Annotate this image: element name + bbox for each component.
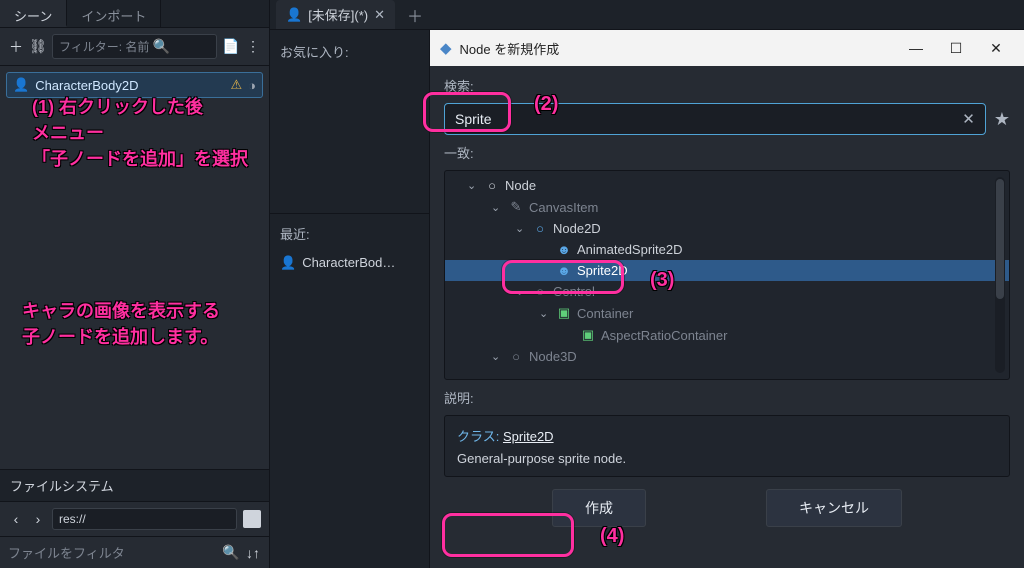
container-icon: ▣	[557, 305, 571, 321]
tree-node2d[interactable]: ⌄○Node2D	[445, 218, 1009, 239]
tree-animatedsprite2d[interactable]: ☻AnimatedSprite2D	[445, 239, 1009, 260]
tree-sprite2d[interactable]: ☻Sprite2D	[445, 260, 1009, 281]
root-node-label: CharacterBody2D	[35, 78, 138, 93]
tab-import[interactable]: インポート	[67, 0, 161, 27]
search-icon: 🔍	[223, 545, 239, 561]
dialog-title-text: Node を新規作成	[460, 39, 560, 58]
fs-path-box[interactable]: res://	[52, 508, 237, 530]
recent-item[interactable]: 👤 CharacterBod…	[270, 249, 429, 277]
fs-view-toggle[interactable]	[243, 510, 261, 528]
warning-icon[interactable]: ⚠	[230, 77, 242, 93]
minimize-button[interactable]: —	[906, 40, 926, 57]
godot-icon: ◆	[440, 39, 452, 57]
chevron-down-icon: ⌄	[491, 201, 503, 214]
clear-icon[interactable]: ✕	[962, 110, 975, 128]
scene-root-node[interactable]: 👤 CharacterBody2D ⚠ ◑	[6, 72, 263, 98]
close-button[interactable]: ✕	[986, 40, 1006, 57]
main-tabbar: 👤 [未保存](*) ✕ ＋	[270, 0, 1024, 30]
control-icon: ○	[533, 284, 547, 299]
search-label: 検索:	[444, 76, 1010, 95]
favorite-star-icon[interactable]: ★	[994, 109, 1010, 130]
chevron-down-icon: ⌄	[467, 179, 479, 192]
chevron-down-icon: ⌄	[515, 285, 527, 298]
nav-back-icon[interactable]: ‹	[8, 511, 24, 527]
filesystem-panel: ファイルシステム ‹ › res:// ファイルをフィルタ 🔍 ↓↑	[0, 469, 269, 568]
node-icon: ○	[485, 178, 499, 193]
tree-node3d[interactable]: ⌄○Node3D	[445, 346, 1009, 367]
add-icon[interactable]: ＋	[8, 39, 24, 55]
chevron-down-icon: ⌄	[515, 222, 527, 235]
tree-container[interactable]: ⌄▣Container	[445, 302, 1009, 324]
chevron-down-icon: ⌄	[491, 350, 503, 363]
favorites-label: お気に入り:	[270, 30, 429, 67]
scene-filter[interactable]: フィルター: 名前 🔍	[52, 34, 217, 59]
canvasitem-icon: ✎	[509, 199, 523, 215]
match-label: 一致:	[444, 143, 1010, 162]
aspectratio-icon: ▣	[581, 327, 595, 343]
characterbody-icon: 👤	[286, 7, 302, 23]
recent-item-label: CharacterBod…	[302, 255, 395, 270]
characterbody-icon: 👤	[13, 77, 29, 93]
scrollthumb[interactable]	[996, 179, 1004, 299]
filesystem-title: ファイルシステム	[0, 470, 269, 502]
class-label: クラス:	[457, 429, 499, 444]
tree-aspectratio[interactable]: ▣AspectRatioContainer	[445, 324, 1009, 346]
sort-icon[interactable]: ↓↑	[245, 545, 261, 561]
cancel-button[interactable]: キャンセル	[766, 489, 902, 527]
tab-scene[interactable]: シーン	[0, 0, 67, 27]
recent-label: 最近:	[270, 213, 429, 249]
scene-tree: 👤 CharacterBody2D ⚠ ◑	[0, 66, 269, 266]
create-button[interactable]: 作成	[552, 489, 646, 527]
dialog-titlebar[interactable]: ◆ Node を新規作成 — ☐ ✕	[430, 30, 1024, 66]
dock-tabs: シーン インポート	[0, 0, 269, 28]
link-icon[interactable]: ⛓	[30, 39, 46, 55]
maximize-button[interactable]: ☐	[946, 40, 966, 57]
tree-node[interactable]: ⌄○Node	[445, 175, 1009, 196]
visibility-icon[interactable]: ◑	[248, 78, 256, 93]
close-icon[interactable]: ✕	[374, 7, 385, 23]
node2d-icon: ○	[533, 221, 547, 236]
search-icon: 🔍	[153, 39, 169, 55]
script-add-icon[interactable]: 📄	[223, 39, 239, 55]
add-tab-icon[interactable]: ＋	[397, 3, 433, 27]
characterbody-icon: 👤	[280, 255, 296, 271]
tree-control[interactable]: ⌄○Control	[445, 281, 1009, 302]
create-node-dialog: ◆ Node を新規作成 — ☐ ✕ 検索: ✕ ★	[430, 30, 1024, 568]
scene-toolbar: ＋ ⛓ フィルター: 名前 🔍 📄 ⋮	[0, 28, 269, 66]
match-list: ⌄○Node ⌄✎CanvasItem ⌄○Node2D ☻AnimatedSp…	[444, 170, 1010, 380]
sprite2d-icon: ☻	[557, 263, 571, 278]
fs-filter-box[interactable]: ファイルをフィルタ	[8, 543, 217, 562]
desc-label: 説明:	[444, 388, 1010, 407]
more-icon[interactable]: ⋮	[245, 39, 261, 55]
scrollbar[interactable]	[995, 177, 1005, 373]
node3d-icon: ○	[509, 349, 523, 364]
chevron-down-icon: ⌄	[539, 307, 551, 320]
search-input[interactable]	[455, 111, 954, 127]
favorites-panel: お気に入り: 最近: 👤 CharacterBod…	[270, 30, 430, 568]
nav-fwd-icon[interactable]: ›	[30, 511, 46, 527]
class-name[interactable]: Sprite2D	[503, 429, 554, 444]
filter-placeholder: フィルター: 名前	[59, 38, 149, 55]
tree-canvasitem[interactable]: ⌄✎CanvasItem	[445, 196, 1009, 218]
class-description: General-purpose sprite node.	[457, 451, 997, 466]
animatedsprite-icon: ☻	[557, 242, 571, 257]
main-tab-label: [未保存](*)	[308, 5, 368, 24]
main-tab-unsaved[interactable]: 👤 [未保存](*) ✕	[276, 0, 395, 29]
description-box: クラス: Sprite2D General-purpose sprite nod…	[444, 415, 1010, 477]
search-input-wrap[interactable]: ✕	[444, 103, 986, 135]
